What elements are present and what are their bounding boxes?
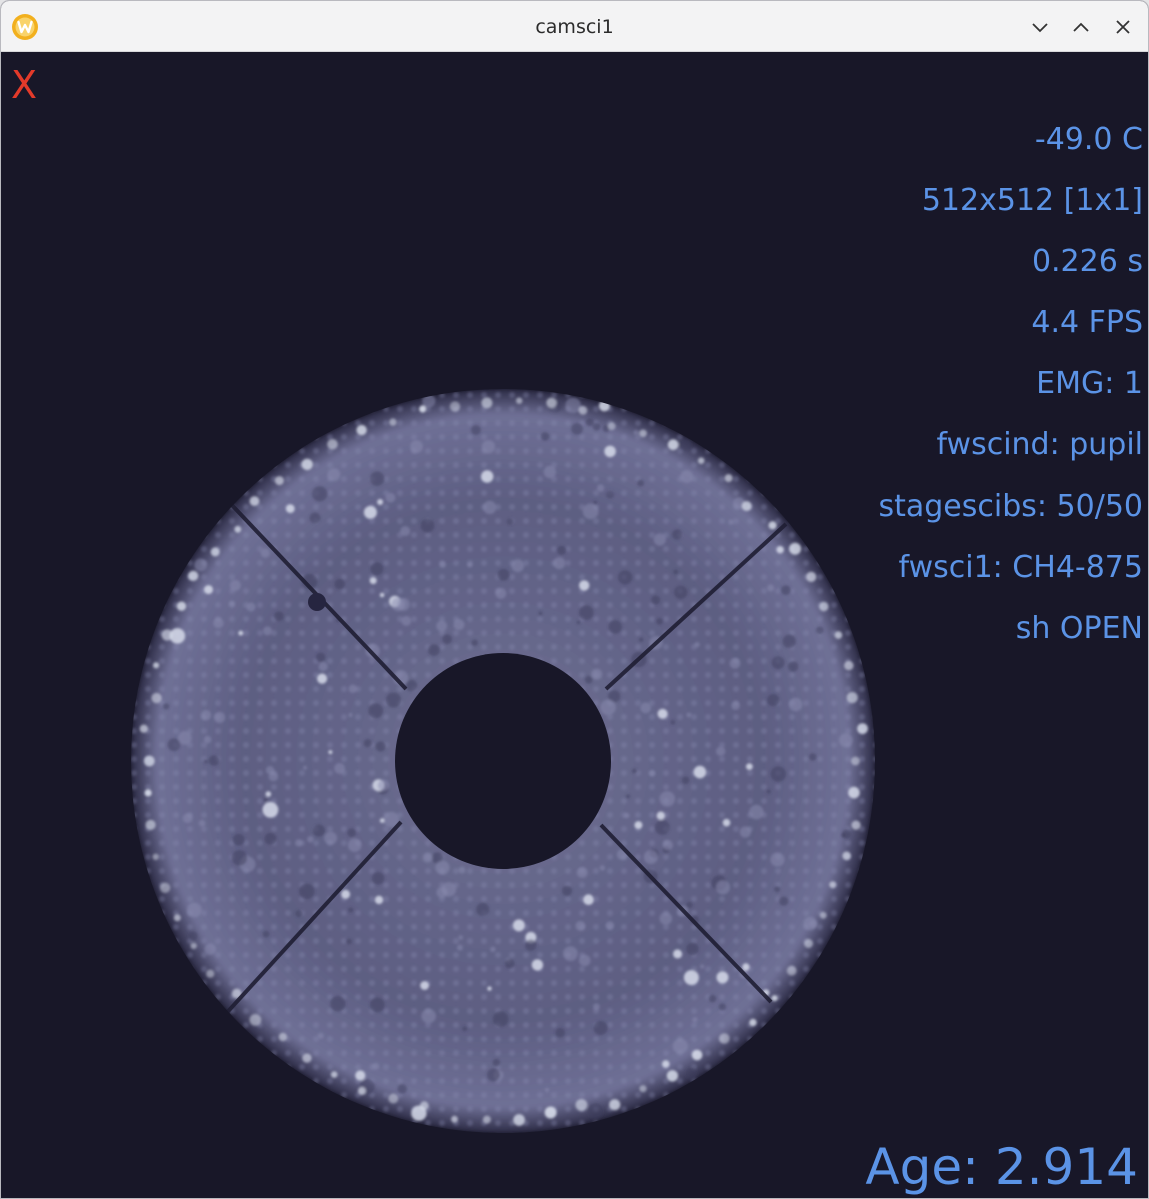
- fwsci1-readout: fwsci1: CH4-875: [898, 550, 1143, 585]
- camera-viewer-window: camsci1 X -49.0 C 512x512 [1x1] 0.226 s …: [1, 1, 1148, 1198]
- camera-image-viewport[interactable]: X -49.0 C 512x512 [1x1] 0.226 s 4.4 FPS …: [1, 52, 1148, 1198]
- minimize-button[interactable]: [1025, 12, 1055, 42]
- shutter-readout: sh OPEN: [1015, 611, 1143, 646]
- chevron-down-icon: [1032, 23, 1048, 33]
- temperature-readout: -49.0 C: [1034, 122, 1143, 157]
- exposure-readout: 0.226 s: [1031, 244, 1143, 279]
- overlay-close-button[interactable]: X: [11, 66, 37, 104]
- chevron-up-icon: [1073, 22, 1089, 32]
- maximize-button[interactable]: [1066, 12, 1096, 42]
- resolution-readout: 512x512 [1x1]: [921, 183, 1143, 218]
- camera-pupil-image: [121, 372, 901, 1152]
- close-window-button[interactable]: [1108, 12, 1138, 42]
- stagescibs-readout: stagescibs: 50/50: [878, 489, 1143, 524]
- close-icon: [1116, 20, 1130, 34]
- fwscind-readout: fwscind: pupil: [936, 427, 1144, 462]
- frame-age-readout: Age: 2.914: [865, 1138, 1138, 1196]
- title-bar[interactable]: camsci1: [1, 1, 1148, 52]
- window-title: camsci1: [535, 16, 614, 38]
- fps-readout: 4.4 FPS: [1031, 305, 1143, 340]
- emgain-readout: EMG: 1: [1036, 366, 1143, 401]
